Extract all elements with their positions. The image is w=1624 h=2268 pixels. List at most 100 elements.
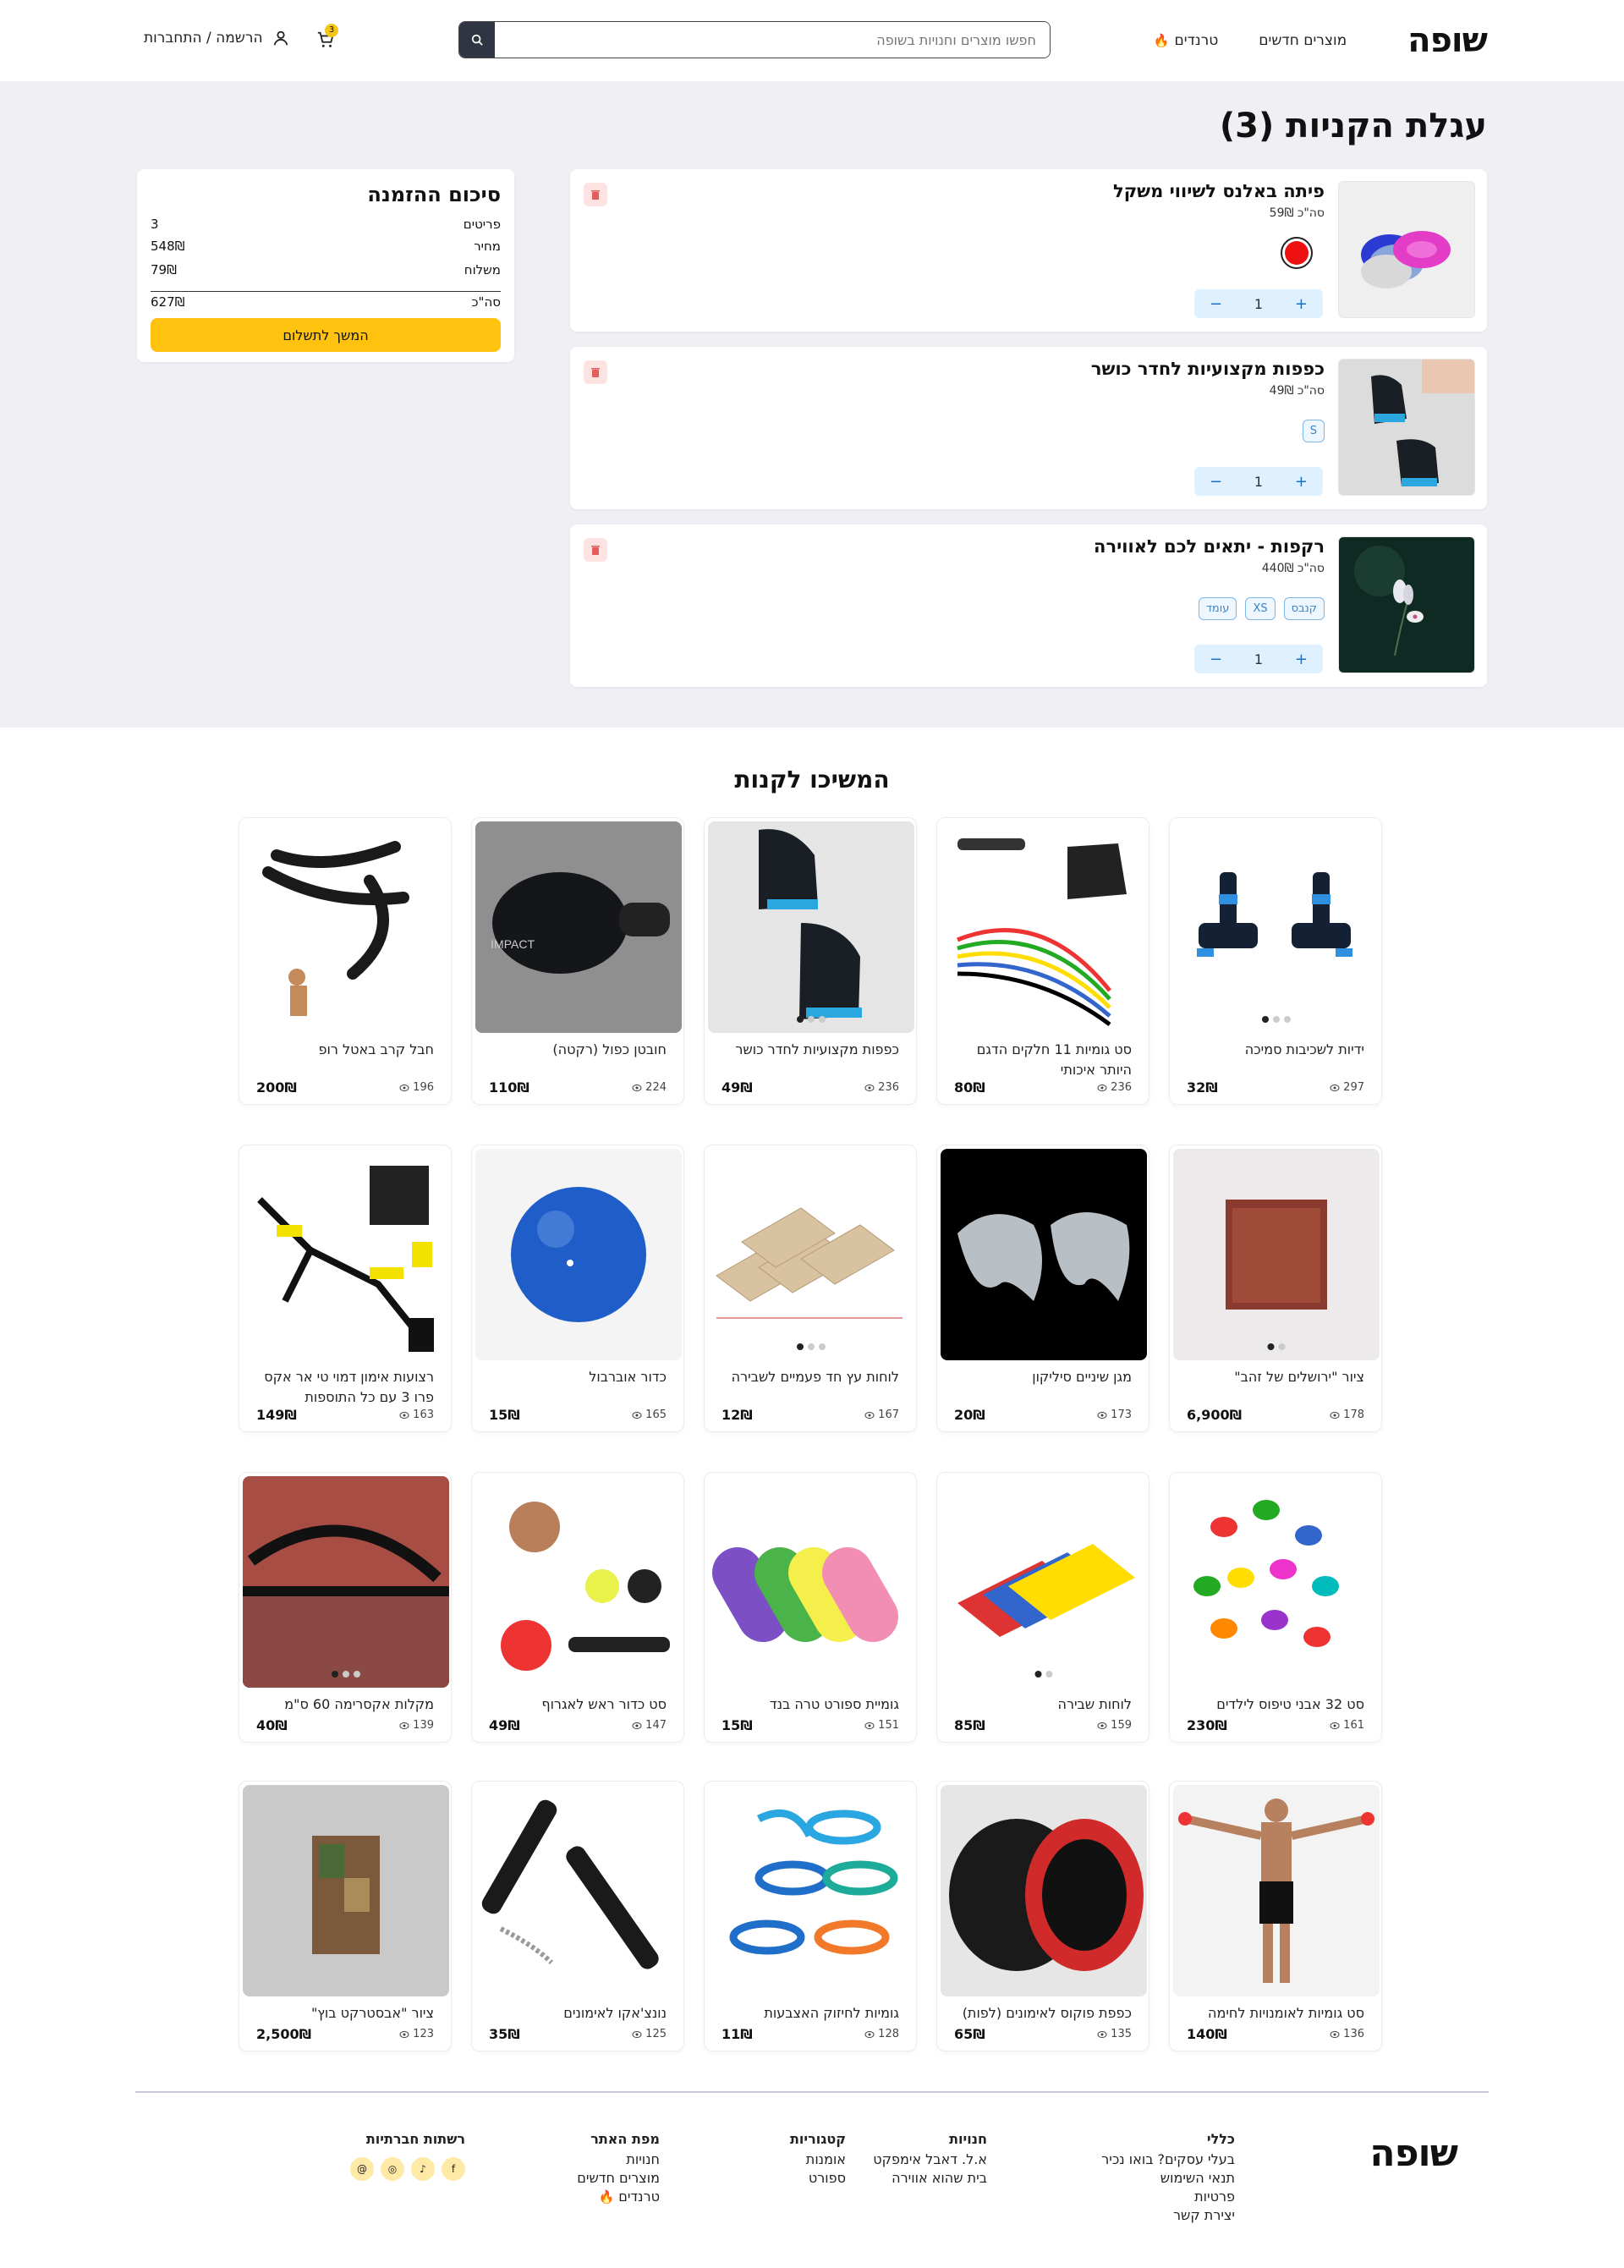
product-card[interactable]: גומיות לחיזוק האצבעות 128 11₪ — [704, 1781, 917, 2051]
decrement-button[interactable]: − — [1210, 473, 1222, 491]
product-thumbnail[interactable] — [1338, 359, 1475, 496]
site-logo[interactable]: שופה — [1407, 21, 1488, 60]
product-title[interactable]: רצועות אימון דמוי טי אר אקס פרו 3 עם כל … — [253, 1367, 434, 1408]
footer-link[interactable]: תנאי השימוש — [1101, 2169, 1235, 2188]
product-card[interactable]: סט גומיות 11 חלקים הדגם היותר איכותי 236 8… — [936, 817, 1149, 1105]
footer-link[interactable]: א.ל. דאבל אימפקט — [873, 2150, 987, 2169]
product-title[interactable]: ידיות לשכיבות סמיכה — [1183, 1040, 1364, 1060]
footer-logo[interactable]: שופה — [1369, 2132, 1458, 2175]
product-image[interactable] — [475, 1476, 682, 1688]
product-title[interactable]: סט כדור ראש לאגרוף — [486, 1694, 667, 1715]
delete-button[interactable] — [584, 183, 607, 206]
delete-button[interactable] — [584, 538, 607, 562]
product-title[interactable]: לוחות עץ חד פעמיים לשבירה — [718, 1367, 899, 1387]
cart-button[interactable]: 3 — [315, 24, 338, 51]
footer-link[interactable]: מוצרים חדשים — [577, 2169, 660, 2188]
product-title[interactable]: מקלות אקסרימה 60 ס"מ — [253, 1694, 434, 1715]
product-card[interactable]: IMPACT חובטן כפול (רקטה) 224 110₪ — [471, 817, 684, 1105]
product-title[interactable]: ציור "אבסטרקט בוץ" — [253, 2003, 434, 2024]
decrement-button[interactable]: − — [1210, 295, 1222, 313]
product-image[interactable] — [941, 821, 1147, 1033]
orientation-chip[interactable]: עומד — [1198, 597, 1237, 620]
product-title[interactable]: סט 32 אבני טיפוס לילדים — [1183, 1694, 1364, 1715]
footer-link[interactable]: בית שהוא אווירה — [873, 2169, 987, 2188]
product-title[interactable]: גומיות לחיזוק האצבעות — [718, 2003, 899, 2024]
product-card[interactable]: ציור "אבסטרקט בוץ" 123 2,500₪ — [239, 1781, 452, 2051]
product-image[interactable] — [1173, 821, 1380, 1033]
product-card[interactable]: מגן שיניים סיליקון 173 20₪ — [936, 1145, 1149, 1432]
material-chip[interactable]: קנבס — [1283, 597, 1325, 620]
product-title[interactable]: ציור "ירושלים של זהב" — [1183, 1367, 1364, 1387]
cart-item-title[interactable]: פיתה באלנס לשיווי משקל — [1113, 181, 1325, 201]
product-card[interactable]: כפפות מקצועיות לחדר כושר 236 49₪ — [704, 817, 917, 1105]
product-card[interactable]: גומיית ספורט טרה בנד 151 15₪ — [704, 1472, 917, 1743]
product-image[interactable] — [708, 821, 914, 1033]
product-image[interactable] — [1173, 1476, 1380, 1688]
image-carousel-dots[interactable] — [1262, 1016, 1291, 1023]
cart-item-title[interactable]: רקפות - יתאים לכם לאווירה — [1094, 536, 1325, 557]
product-title[interactable]: כדור אוברבול — [486, 1367, 667, 1387]
decrement-button[interactable]: − — [1210, 651, 1222, 668]
footer-link[interactable]: בעלי עסקים? בואו נכיר — [1101, 2150, 1235, 2169]
footer-link[interactable]: טרנדים 🔥 — [577, 2188, 660, 2206]
product-title[interactable]: חובטן כפול (רקטה) — [486, 1040, 667, 1060]
image-carousel-dots[interactable] — [797, 1016, 826, 1023]
image-carousel-dots[interactable] — [332, 1671, 360, 1678]
product-card[interactable]: כדור אוברבול 165 15₪ — [471, 1145, 684, 1432]
tiktok-icon[interactable]: ♪ — [411, 2157, 435, 2181]
product-thumbnail[interactable] — [1338, 181, 1475, 318]
product-image[interactable] — [941, 1149, 1147, 1360]
product-card[interactable]: מקלות אקסרימה 60 ס"מ 139 40₪ — [239, 1472, 452, 1743]
product-card[interactable]: לוחות עץ חד פעמיים לשבירה 167 12₪ — [704, 1145, 917, 1432]
product-title[interactable]: נונצ'אקו לאימונים — [486, 2003, 667, 2024]
product-card[interactable]: ציור "ירושלים של זהב" 178 6,900₪ — [1169, 1145, 1382, 1432]
product-card[interactable]: לוחות שבירה 159 85₪ — [936, 1472, 1149, 1743]
product-card[interactable]: נונצ'אקו לאימונים 125 35₪ — [471, 1781, 684, 2051]
product-image[interactable] — [941, 1476, 1147, 1688]
footer-link[interactable]: ספורט — [790, 2169, 846, 2188]
product-image[interactable] — [475, 1149, 682, 1360]
facebook-icon[interactable]: f — [442, 2157, 465, 2181]
product-image[interactable] — [243, 1476, 449, 1688]
product-card[interactable]: חבל קרב באטל רופ 196 200₪ — [239, 817, 452, 1105]
nav-new-products[interactable]: מוצרים חדשים — [1259, 32, 1347, 49]
product-card[interactable]: סט גומיות לאומנויות לחימה 136 140₪ — [1169, 1781, 1382, 2051]
instagram-icon[interactable]: ◎ — [381, 2157, 404, 2181]
image-carousel-dots[interactable] — [797, 1343, 826, 1350]
product-thumbnail[interactable] — [1338, 536, 1475, 673]
color-swatch-selected[interactable] — [1281, 237, 1313, 269]
product-title[interactable]: כפפת פוקוס לאימונים (לפות) — [951, 2003, 1132, 2024]
size-chip[interactable]: XS — [1245, 597, 1276, 620]
footer-link[interactable]: אומנות — [790, 2150, 846, 2169]
cart-item-title[interactable]: כפפות מקצועיות לחדר כושר — [1091, 359, 1325, 379]
product-image[interactable]: IMPACT — [475, 821, 682, 1033]
product-image[interactable] — [708, 1149, 914, 1360]
nav-trends[interactable]: טרנדים 🔥 — [1154, 32, 1218, 49]
product-card[interactable]: סט כדור ראש לאגרוף 147 49₪ — [471, 1472, 684, 1743]
login-link[interactable]: הרשמה / התחברות — [144, 29, 290, 47]
increment-button[interactable]: + — [1295, 295, 1308, 313]
product-image[interactable] — [708, 1785, 914, 1996]
product-card[interactable]: כפפת פוקוס לאימונים (לפות) 135 65₪ — [936, 1781, 1149, 2051]
threads-icon[interactable]: @ — [350, 2157, 374, 2181]
footer-link[interactable]: פרטיות — [1101, 2188, 1235, 2206]
footer-link[interactable]: חנויות — [577, 2150, 660, 2169]
product-image[interactable] — [243, 821, 449, 1033]
image-carousel-dots[interactable] — [1267, 1343, 1286, 1350]
search-input[interactable] — [495, 22, 1050, 58]
product-image[interactable] — [243, 1149, 449, 1360]
product-title[interactable]: סט גומיות 11 חלקים הדגם היותר איכותי — [951, 1040, 1132, 1080]
product-title[interactable]: מגן שיניים סיליקון — [951, 1367, 1132, 1387]
product-image[interactable] — [243, 1785, 449, 1996]
product-title[interactable]: לוחות שבירה — [951, 1694, 1132, 1715]
increment-button[interactable]: + — [1295, 651, 1308, 668]
product-image[interactable] — [475, 1785, 682, 1996]
footer-link[interactable]: יצירת קשר — [1101, 2206, 1235, 2225]
product-title[interactable]: כפפות מקצועיות לחדר כושר — [718, 1040, 899, 1060]
checkout-button[interactable]: המשך לתשלום — [151, 318, 501, 352]
product-card[interactable]: סט 32 אבני טיפוס לילדים 161 230₪ — [1169, 1472, 1382, 1743]
search-button[interactable] — [459, 22, 495, 58]
product-card[interactable]: רצועות אימון דמוי טי אר אקס פרו 3 עם כל … — [239, 1145, 452, 1432]
product-image[interactable] — [708, 1476, 914, 1688]
image-carousel-dots[interactable] — [1034, 1671, 1053, 1678]
